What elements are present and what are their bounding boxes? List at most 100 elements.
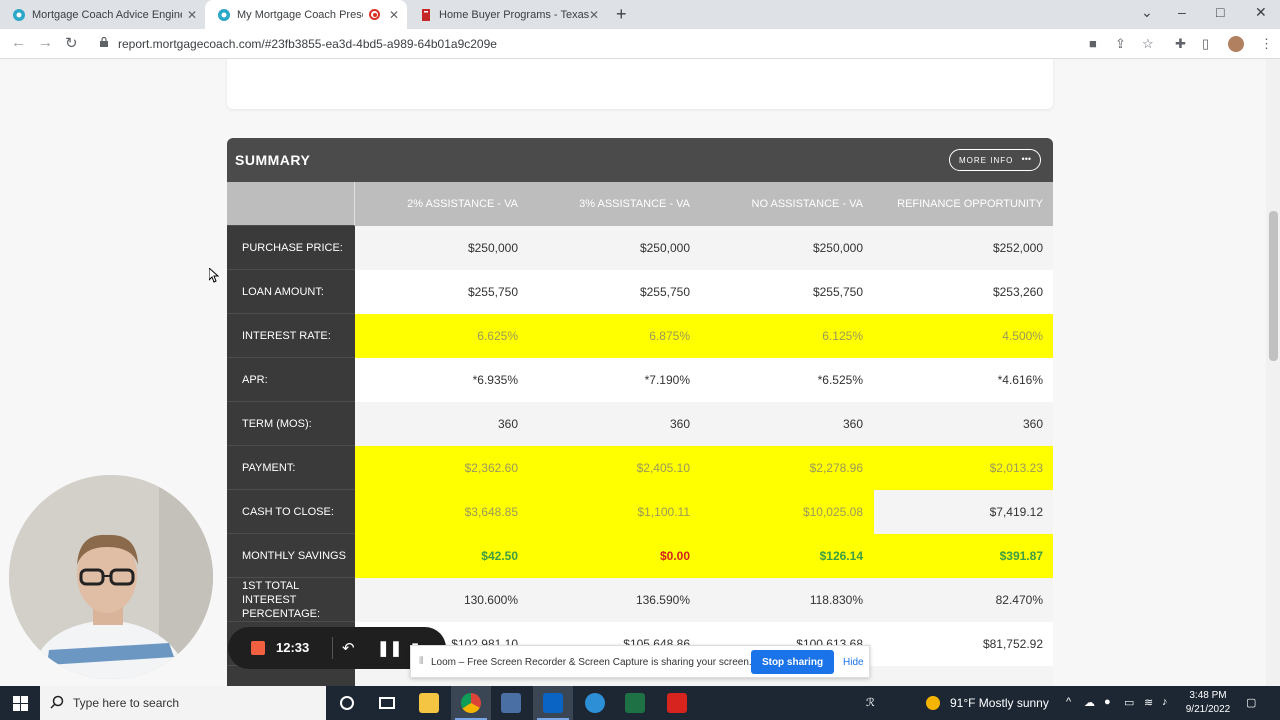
table-row-term: TERM (MOS): 360 360 360 360: [227, 402, 1053, 446]
volume-icon[interactable]: ♪: [1162, 696, 1168, 708]
browser-tab-strip: Mortgage Coach Advice Engine ✕ My Mortga…: [0, 0, 1280, 29]
pause-icon[interactable]: ❚❚: [377, 639, 402, 657]
chrome-icon[interactable]: [451, 686, 491, 720]
new-tab-button[interactable]: +: [616, 4, 627, 25]
table-cell: 6.625%: [355, 314, 529, 358]
table-cell: 360: [874, 402, 1053, 446]
back-arrow-icon[interactable]: ←: [11, 34, 26, 51]
table-cell: $81,752.92: [874, 622, 1053, 666]
drag-grip-icon[interactable]: ⦀: [419, 656, 423, 667]
row-label: PURCHASE PRICE:: [227, 226, 355, 270]
windows-start-icon[interactable]: [13, 696, 28, 711]
column-header-row: 2% ASSISTANCE - VA 3% ASSISTANCE - VA NO…: [227, 182, 1053, 226]
table-cell: 82.470%: [874, 578, 1053, 622]
bookmark-star-icon[interactable]: ☆: [1142, 36, 1154, 52]
recording-indicator-icon: [369, 9, 380, 20]
weather-text[interactable]: 91°F Mostly sunny: [950, 696, 1049, 710]
presenter-video-image: [9, 475, 213, 679]
table-cell: [874, 666, 1053, 686]
menu-kebab-icon[interactable]: ⋮: [1260, 36, 1273, 52]
battery-icon[interactable]: ▭: [1124, 696, 1134, 709]
table-cell: *7.190%: [529, 358, 701, 402]
table-cell: $252,000: [874, 226, 1053, 270]
more-info-label: MORE INFO: [959, 155, 1014, 165]
onedrive-cloud-icon[interactable]: ☁: [1084, 696, 1095, 709]
tab-my-mortgage-coach-presentation[interactable]: My Mortgage Coach Present ✕: [205, 0, 407, 29]
table-cell: 360: [355, 402, 529, 446]
more-dots-icon: •••: [1021, 154, 1031, 164]
system-clock[interactable]: 3:48 PM 9/21/2022: [1178, 689, 1238, 717]
tab-title: Home Buyer Programs - Texas St: [439, 8, 589, 21]
tab-search-chevron-icon[interactable]: ⌄: [1141, 4, 1153, 21]
address-bar[interactable]: report.mortgagecoach.com/#23fb3855-ea3d-…: [96, 33, 1066, 55]
forward-arrow-icon[interactable]: →: [38, 34, 53, 51]
tab-mortgage-coach-advice-engine[interactable]: Mortgage Coach Advice Engine ✕: [0, 0, 205, 29]
column-header: REFINANCE OPPORTUNITY: [874, 182, 1053, 226]
table-row-purchase-price: PURCHASE PRICE: $250,000 $250,000 $250,0…: [227, 226, 1053, 270]
row-label: 1ST TOTAL INTEREST PERCENTAGE:: [227, 578, 355, 622]
table-cell: 130.600%: [355, 578, 529, 622]
tab-close-icon[interactable]: ✕: [389, 8, 399, 22]
stop-sharing-button[interactable]: Stop sharing: [751, 650, 834, 674]
cortana-icon[interactable]: [327, 686, 367, 720]
weather-icon: [926, 696, 940, 710]
file-explorer-icon[interactable]: [409, 686, 449, 720]
tab-close-icon[interactable]: ✕: [589, 8, 599, 22]
task-view-icon[interactable]: [367, 686, 407, 720]
column-header: 2% ASSISTANCE - VA: [355, 182, 529, 226]
excel-icon[interactable]: [615, 686, 655, 720]
column-header: 3% ASSISTANCE - VA: [529, 182, 701, 226]
people-icon[interactable]: ℛ: [866, 696, 875, 709]
table-cell: *6.525%: [701, 358, 874, 402]
table-cell: 4.500%: [874, 314, 1053, 358]
extensions-puzzle-icon[interactable]: ✚: [1175, 36, 1186, 52]
clock-date: 9/21/2022: [1185, 704, 1231, 715]
side-panel-icon[interactable]: ▯: [1202, 36, 1209, 52]
more-info-button[interactable]: MORE INFO •••: [949, 149, 1041, 171]
scrollbar[interactable]: [1266, 59, 1280, 686]
mortgage-coach-favicon-icon: [12, 8, 26, 22]
profile-avatar[interactable]: [1228, 36, 1244, 52]
close-window-button[interactable]: ✕: [1255, 4, 1267, 21]
taskbar-search-box[interactable]: Type here to search: [40, 686, 326, 720]
row-label: MONTHLY SAVINGS: [227, 534, 355, 578]
table-row-loan-amount: LOAN AMOUNT: $255,750 $255,750 $255,750 …: [227, 270, 1053, 314]
row-label: LOAN AMOUNT:: [227, 270, 355, 314]
microphone-icon[interactable]: ●: [1104, 696, 1111, 708]
url-text: report.mortgagecoach.com/#23fb3855-ea3d-…: [118, 37, 497, 51]
scrollbar-thumb[interactable]: [1269, 211, 1278, 361]
table-row-payment: PAYMENT: $2,362.60 $2,405.10 $2,278.96 $…: [227, 446, 1053, 490]
outlook-icon[interactable]: [533, 686, 573, 720]
row-label: APR:: [227, 358, 355, 402]
previous-section-card: [227, 59, 1053, 109]
tab-title: My Mortgage Coach Present: [237, 8, 363, 21]
calculator-icon[interactable]: [491, 686, 531, 720]
table-cell: $255,750: [529, 270, 701, 314]
acrobat-icon[interactable]: [657, 686, 697, 720]
row-label: [227, 666, 355, 686]
stop-recording-button[interactable]: [251, 641, 265, 655]
table-cell: $2,362.60: [355, 446, 529, 490]
tab-home-buyer-programs[interactable]: Home Buyer Programs - Texas St ✕: [407, 0, 607, 29]
share-message: Loom – Free Screen Recorder & Screen Cap…: [431, 657, 752, 668]
tab-close-icon[interactable]: ✕: [187, 8, 197, 22]
savings-cell: $42.50: [355, 534, 529, 578]
reload-icon[interactable]: ↻: [65, 34, 78, 52]
show-hidden-icons-chevron-icon[interactable]: ^: [1066, 696, 1071, 708]
compass-app-icon[interactable]: [575, 686, 615, 720]
wifi-icon[interactable]: ≋: [1144, 696, 1153, 709]
table-row-apr: APR: *6.935% *7.190% *6.525% *4.616%: [227, 358, 1053, 402]
minimize-window-button[interactable]: –: [1178, 4, 1186, 20]
camera-icon[interactable]: ■: [1089, 36, 1097, 51]
undo-icon[interactable]: ↶: [342, 639, 355, 657]
table-row-cash-to-close: CASH TO CLOSE: $3,648.85 $1,100.11 $10,0…: [227, 490, 1053, 534]
notifications-icon[interactable]: ▢: [1246, 696, 1256, 709]
hide-link[interactable]: Hide: [843, 657, 864, 668]
screen-share-notification: ⦀ Loom – Free Screen Recorder & Screen C…: [410, 645, 870, 678]
mortgage-coach-favicon-icon: [217, 8, 231, 22]
webcam-bubble[interactable]: [9, 475, 213, 679]
maximize-window-button[interactable]: □: [1216, 4, 1224, 20]
browser-toolbar: ← → ↻ report.mortgagecoach.com/#23fb3855…: [0, 29, 1280, 59]
share-icon[interactable]: ⇪: [1115, 36, 1126, 52]
table-cell: $2,278.96: [701, 446, 874, 490]
